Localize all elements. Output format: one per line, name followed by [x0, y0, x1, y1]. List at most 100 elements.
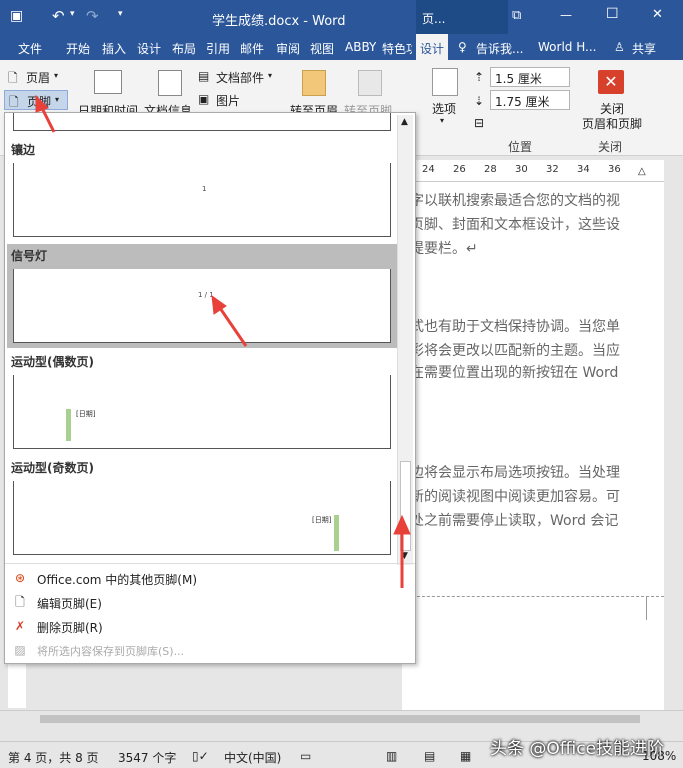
goto-footer-icon: [358, 70, 382, 96]
close-header-footer-icon: ✕: [598, 70, 624, 94]
tab-insert[interactable]: 插入: [102, 40, 126, 57]
header-from-top-input[interactable]: 1.5 厘米: [490, 67, 570, 87]
window-title: 学生成绩.docx - Word: [212, 14, 346, 29]
ruler-tick-label: 24: [422, 164, 435, 175]
picture-button[interactable]: 图片: [216, 92, 240, 109]
close-icon[interactable]: ✕: [652, 7, 663, 22]
office-icon: ⊛: [14, 571, 26, 585]
gallery-thumb-signal[interactable]: 1 / 1: [13, 269, 391, 343]
horizontal-ruler: 24 26 28 30 32 34 36 △: [410, 160, 664, 182]
tab-mailings[interactable]: 邮件: [240, 40, 264, 57]
thumb-accent-bar: [334, 515, 339, 551]
tell-me-box[interactable]: 告诉我...: [476, 40, 523, 57]
thumb-accent-bar: [66, 409, 71, 441]
undo-icon[interactable]: ↶: [52, 7, 65, 25]
menu-item-label: 删除页脚(R): [37, 621, 103, 635]
thumb-text: [日期]: [76, 410, 96, 418]
edit-page-icon: 🗋: [15, 595, 25, 609]
web-layout-icon[interactable]: ▦: [460, 749, 471, 763]
ruler-tick-label: 28: [484, 164, 497, 175]
options-button[interactable]: 选项: [432, 100, 456, 117]
macro-icon[interactable]: ▭: [300, 749, 311, 763]
picture-icon: ▣: [198, 92, 210, 106]
tab-abbyy[interactable]: ABBY: [345, 40, 376, 54]
watermark: 头条 @Office技能进阶: [490, 739, 665, 759]
user-icon: ♙: [614, 40, 625, 54]
proofing-icon[interactable]: ▯✓: [192, 749, 209, 763]
scroll-down-icon[interactable]: ▼: [401, 551, 408, 561]
header-button[interactable]: 页眉: [26, 69, 50, 86]
tab-file[interactable]: 文件: [18, 40, 42, 57]
chevron-down-icon: ▾: [268, 71, 273, 80]
doc-info-icon: [158, 70, 182, 96]
gallery-thumb-sport-odd[interactable]: [日期]: [13, 481, 391, 555]
language-status[interactable]: 中文(中国): [224, 749, 281, 766]
save-icon[interactable]: ▣: [10, 8, 23, 24]
options-icon: [432, 68, 458, 96]
share-button[interactable]: 共享: [632, 40, 656, 57]
page-count[interactable]: 第 4 页，共 8 页: [8, 749, 99, 766]
read-mode-icon[interactable]: ▥: [386, 749, 397, 763]
tab-home[interactable]: 开始: [66, 40, 90, 57]
menu-item-label: 将所选内容保存到页脚库(S)...: [37, 645, 185, 658]
customize-qat-icon[interactable]: ▾: [118, 9, 123, 19]
tab-header-footer-design[interactable]: 设计: [416, 34, 448, 60]
menu-item-remove-footer[interactable]: ✗ 删除页脚(R): [5, 615, 415, 637]
chevron-down-icon: ▾: [440, 116, 445, 125]
print-layout-icon[interactable]: ▤: [424, 749, 435, 763]
menu-item-edit-footer[interactable]: 🗋 编辑页脚(E): [5, 591, 415, 613]
doc-line: 新的阅读视图中阅读更加容易。可: [410, 489, 620, 505]
scroll-up-icon[interactable]: ▲: [401, 117, 408, 127]
doc-line: 提要栏。↵: [410, 241, 478, 257]
ribbon-display-options-icon[interactable]: ⧉: [512, 8, 521, 23]
tab-special[interactable]: 特色功: [382, 40, 412, 57]
document-page[interactable]: 字以联机搜索最适合您的文档的视 页脚、封面和文本框设计，这些设 提要栏。↵ 式也…: [402, 182, 664, 710]
doc-parts-button[interactable]: 文档部件: [216, 69, 264, 86]
tab-references[interactable]: 引用: [206, 40, 230, 57]
tab-design[interactable]: 设计: [137, 40, 161, 57]
contextual-tab-group-label: 页...: [422, 12, 446, 26]
account-name[interactable]: World H...: [538, 40, 596, 54]
tab-layout[interactable]: 布局: [172, 40, 196, 57]
doc-parts-icon: ▤: [198, 69, 210, 83]
footer-position-icon: ⇣: [474, 94, 485, 108]
word-count[interactable]: 3547 个字: [118, 749, 176, 766]
gallery-thumb-partial[interactable]: [13, 113, 391, 131]
menu-item-label: 编辑页脚(E): [37, 597, 102, 611]
redo-icon[interactable]: ↷: [86, 7, 99, 25]
ruler-tick-label: 36: [608, 164, 621, 175]
tab-review[interactable]: 审阅: [276, 40, 300, 57]
doc-line: 式也有助于文档保持协调。当您单: [410, 319, 620, 335]
doc-line: 页脚、封面和文本框设计，这些设: [410, 217, 620, 233]
ribbon-tabs: 文件 开始 插入 设计 布局 引用 邮件 审阅 视图 ABBY 特色功 设计 ♀…: [0, 34, 683, 60]
horizontal-scrollbar[interactable]: [0, 710, 683, 728]
footer-from-bottom-input[interactable]: 1.75 厘米: [490, 90, 570, 110]
close-header-footer-button[interactable]: 关闭 页眉和页脚: [582, 102, 642, 132]
menu-item-label: Office.com 中的其他页脚(M): [37, 573, 198, 587]
contextual-tab-group: 页...: [416, 0, 508, 34]
footer-gallery[interactable]: 镶边 1 信号灯 1 / 1 运动型(偶数页) [日期] 运动型(奇数页) [日…: [4, 112, 416, 664]
menu-divider: [5, 563, 415, 564]
tab-view[interactable]: 视图: [310, 40, 334, 57]
maximize-icon[interactable]: ☐: [606, 6, 619, 22]
gallery-thumb-banded[interactable]: 1: [13, 163, 391, 237]
scroll-thumb[interactable]: [40, 715, 640, 723]
footer-button[interactable]: 🗋 页脚 ▾: [4, 90, 68, 110]
minimize-icon[interactable]: —: [560, 8, 572, 22]
gallery-scrollbar[interactable]: ▲ ▼: [397, 115, 413, 565]
right-indent-marker-icon[interactable]: △: [638, 166, 646, 177]
ruler-tick-label: 32: [546, 164, 559, 175]
menu-item-save-to-gallery[interactable]: ▨ 将所选内容保存到页脚库(S)...: [5, 639, 415, 661]
footer-boundary: [402, 596, 664, 597]
gallery-scroll-thumb[interactable]: [400, 461, 411, 551]
delete-x-icon: ✗: [14, 619, 26, 633]
footer-button-label: 页脚: [27, 95, 52, 109]
ruler-tick-label: 26: [453, 164, 466, 175]
vertical-scrollbar[interactable]: [664, 156, 683, 710]
title-bar: ▣ ↶ ▾ ↷ ▾ 学生成绩.docx - Word: [0, 0, 683, 34]
insert-alignment-tab-icon[interactable]: ⊟: [474, 116, 484, 130]
gallery-thumb-sport-even[interactable]: [日期]: [13, 375, 391, 449]
menu-item-office-more[interactable]: ⊛ Office.com 中的其他页脚(M): [5, 567, 415, 589]
undo-dropdown-icon[interactable]: ▾: [70, 9, 75, 19]
gallery-section-title: 运动型(奇数页): [11, 461, 94, 475]
